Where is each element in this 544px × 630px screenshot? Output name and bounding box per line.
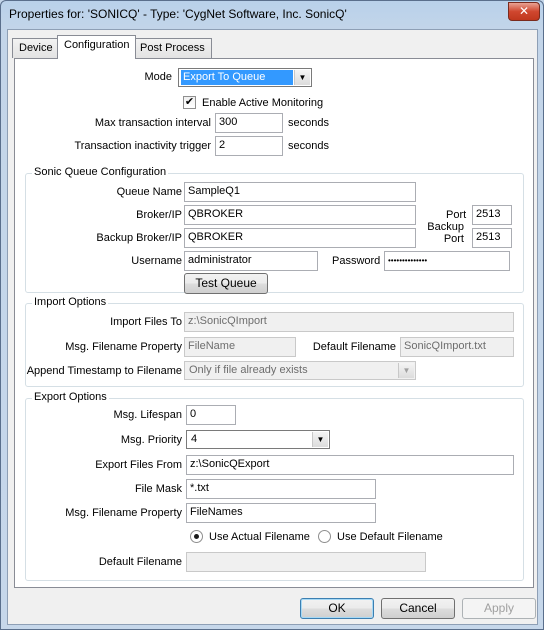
export-files-from-input[interactable]: z:\SonicQExport bbox=[186, 455, 514, 475]
close-button[interactable]: ✕ bbox=[508, 2, 540, 21]
file-mask-label: File Mask bbox=[134, 483, 182, 495]
tab-configuration[interactable]: Configuration bbox=[57, 35, 137, 59]
import-options-legend: Import Options bbox=[32, 296, 109, 308]
configuration-panel: Mode Export To Queue ▼ ✔ Enable Active M… bbox=[14, 58, 534, 588]
inactivity-units: seconds bbox=[288, 140, 329, 152]
sonic-queue-legend: Sonic Queue Configuration bbox=[32, 166, 169, 178]
apply-button[interactable]: Apply bbox=[462, 598, 536, 619]
username-label: Username bbox=[131, 255, 182, 267]
import-options-group: Import Options Import Files To z:\SonicQ… bbox=[25, 296, 524, 387]
test-queue-button[interactable]: Test Queue bbox=[184, 273, 268, 294]
import-default-filename-label: Default Filename bbox=[312, 341, 396, 353]
inactivity-input[interactable]: 2 bbox=[215, 136, 283, 156]
ok-button[interactable]: OK bbox=[300, 598, 374, 619]
password-input[interactable]: •••••••••••••• bbox=[384, 251, 510, 271]
queue-name-input[interactable]: SampleQ1 bbox=[184, 182, 416, 202]
export-default-filename-input[interactable] bbox=[186, 552, 426, 572]
export-filename-prop-input[interactable]: FileNames bbox=[186, 503, 376, 523]
cancel-button[interactable]: Cancel bbox=[381, 598, 455, 619]
append-timestamp-value: Only if file already exists bbox=[189, 364, 308, 376]
password-label: Password bbox=[332, 255, 381, 267]
broker-label: Broker/IP bbox=[136, 209, 182, 221]
dialog-client-area: Device Configuration Post Process Mode E… bbox=[7, 29, 538, 625]
backup-broker-label: Backup Broker/IP bbox=[96, 232, 182, 244]
backup-port-input[interactable]: 2513 bbox=[472, 228, 512, 248]
username-input[interactable]: administrator bbox=[184, 251, 318, 271]
msg-priority-value: 4 bbox=[191, 433, 198, 445]
import-default-filename-input[interactable]: SonicQImport.txt bbox=[400, 337, 514, 357]
import-filename-prop-label: Msg. Filename Property bbox=[65, 341, 182, 353]
file-mask-input[interactable]: *.txt bbox=[186, 479, 376, 499]
chevron-down-icon: ▼ bbox=[312, 432, 328, 447]
title-bar[interactable]: Properties for: 'SONICQ' - Type: 'CygNet… bbox=[1, 1, 543, 27]
enable-monitoring-checkbox[interactable]: ✔ bbox=[183, 96, 196, 109]
backup-port-label-line1: Backup bbox=[427, 221, 464, 233]
chevron-down-icon: ▼ bbox=[294, 70, 310, 85]
append-timestamp-label: Append Timestamp to Filename bbox=[26, 365, 182, 377]
msg-priority-label: Msg. Priority bbox=[120, 434, 182, 446]
window-title: Properties for: 'SONICQ' - Type: 'CygNet… bbox=[9, 7, 347, 21]
use-default-filename-radio[interactable] bbox=[318, 530, 331, 543]
check-icon: ✔ bbox=[184, 96, 195, 108]
max-interval-units: seconds bbox=[288, 117, 329, 129]
properties-window: Properties for: 'SONICQ' - Type: 'CygNet… bbox=[0, 0, 544, 630]
max-interval-input[interactable]: 300 bbox=[215, 113, 283, 133]
sonic-queue-group: Sonic Queue Configuration Queue Name Sam… bbox=[25, 166, 524, 294]
export-options-legend: Export Options bbox=[32, 391, 109, 403]
mode-select[interactable]: Export To Queue ▼ bbox=[178, 68, 312, 87]
tab-post-process[interactable]: Post Process bbox=[133, 38, 212, 58]
export-files-from-label: Export Files From bbox=[95, 459, 182, 471]
queue-name-label: Queue Name bbox=[116, 186, 182, 198]
export-default-filename-label: Default Filename bbox=[98, 556, 182, 568]
export-filename-prop-label: Msg. Filename Property bbox=[65, 507, 182, 519]
broker-input[interactable]: QBROKER bbox=[184, 205, 416, 225]
use-actual-filename-radio[interactable] bbox=[190, 530, 203, 543]
backup-broker-input[interactable]: QBROKER bbox=[184, 228, 416, 248]
mode-label: Mode bbox=[144, 71, 172, 83]
inactivity-label: Transaction inactivity trigger bbox=[74, 140, 211, 152]
chevron-down-icon: ▼ bbox=[398, 363, 414, 378]
use-default-filename-label: Use Default Filename bbox=[337, 531, 443, 543]
export-options-group: Export Options Msg. Lifespan 0 Msg. Prio… bbox=[25, 391, 524, 581]
port-label: Port bbox=[446, 209, 467, 221]
mode-value: Export To Queue bbox=[181, 70, 293, 85]
port-input[interactable]: 2513 bbox=[472, 205, 512, 225]
radio-selected-dot bbox=[194, 534, 199, 539]
max-interval-label: Max transaction interval bbox=[94, 117, 211, 129]
enable-monitoring-label: Enable Active Monitoring bbox=[202, 97, 324, 109]
msg-lifespan-label: Msg. Lifespan bbox=[113, 409, 182, 421]
import-filename-prop-input[interactable]: FileName bbox=[184, 337, 296, 357]
import-files-to-input[interactable]: z:\SonicQImport bbox=[184, 312, 514, 332]
msg-priority-select[interactable]: 4 ▼ bbox=[186, 430, 330, 449]
import-files-to-label: Import Files To bbox=[110, 316, 182, 328]
msg-lifespan-input[interactable]: 0 bbox=[186, 405, 236, 425]
append-timestamp-select[interactable]: Only if file already exists ▼ bbox=[184, 361, 416, 380]
backup-port-label-line2: Port bbox=[443, 233, 464, 245]
use-actual-filename-label: Use Actual Filename bbox=[209, 531, 310, 543]
tab-device[interactable]: Device bbox=[12, 38, 60, 58]
